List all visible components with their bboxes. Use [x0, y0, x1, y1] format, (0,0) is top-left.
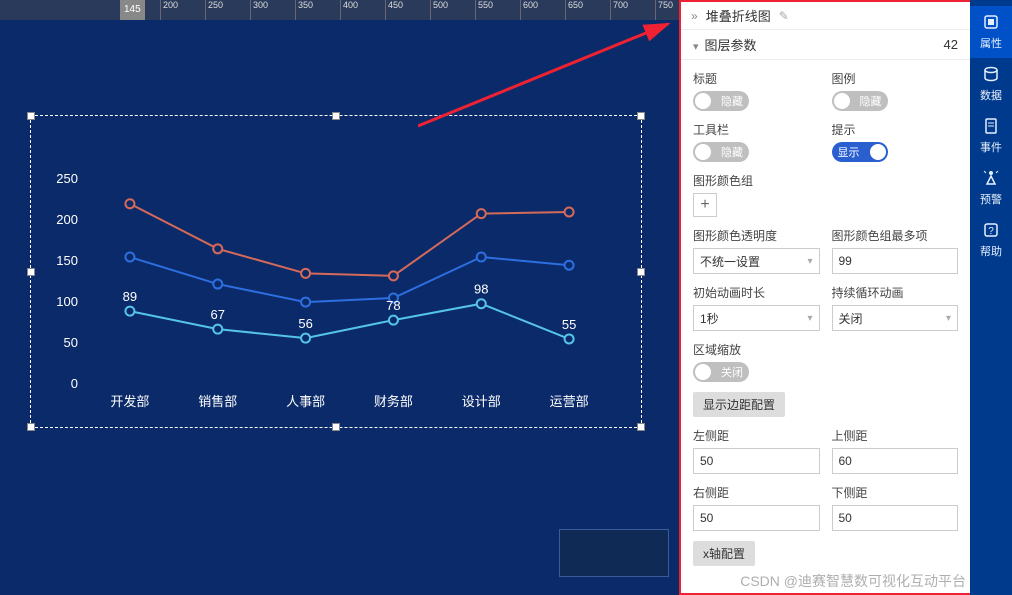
label-zoom: 区域缩放: [693, 341, 958, 358]
sidetab-help[interactable]: ? 帮助: [970, 214, 1012, 266]
toggle-toolbar[interactable]: 隐藏: [693, 142, 749, 162]
side-tabs: 属性数据事件预警? 帮助: [970, 0, 1012, 595]
ruler-tick: 250: [205, 0, 223, 20]
margin-config-button[interactable]: 显示边距配置: [693, 392, 785, 417]
axis-config-button[interactable]: x轴配置: [693, 541, 755, 566]
label-opacity: 图形颜色透明度: [693, 227, 820, 244]
properties-panel: » 堆叠折线图 ✎ ▾图层参数 42 标题隐藏 图例隐藏 工具栏隐藏 提示显示 …: [679, 0, 970, 595]
ruler-tick: 300: [250, 0, 268, 20]
label-legend: 图例: [832, 70, 959, 87]
sidetab-label: 事件: [980, 139, 1002, 155]
svg-text:人事部: 人事部: [286, 394, 325, 409]
alert-icon: [982, 169, 1000, 187]
edit-icon[interactable]: ✎: [779, 9, 789, 23]
svg-text:开发部: 开发部: [110, 394, 149, 409]
sidetab-label: 预警: [980, 191, 1002, 207]
label-loop-anim: 持续循环动画: [832, 284, 959, 301]
ruler-tick: 600: [520, 0, 538, 20]
section-header[interactable]: ▾ 图层参数 42: [681, 30, 970, 60]
minimap[interactable]: [559, 529, 669, 577]
ruler-tick: 200: [160, 0, 178, 20]
svg-text:销售部: 销售部: [198, 394, 237, 409]
svg-text:0: 0: [71, 376, 78, 391]
svg-text:250: 250: [56, 171, 78, 186]
select-anim-duration[interactable]: 1秒▾: [693, 305, 820, 331]
svg-text:55: 55: [562, 317, 576, 332]
add-color-button[interactable]: +: [693, 193, 717, 217]
input-right-margin[interactable]: 50: [693, 505, 820, 531]
label-right-margin: 右侧距: [693, 484, 820, 501]
svg-text:200: 200: [56, 212, 78, 227]
sidetab-event[interactable]: 事件: [970, 110, 1012, 162]
panel-header: » 堆叠折线图 ✎: [681, 2, 970, 30]
svg-text:150: 150: [56, 253, 78, 268]
label-title: 标题: [693, 70, 820, 87]
sidetab-label: 属性: [980, 35, 1002, 51]
label-bottom-margin: 下侧距: [832, 484, 959, 501]
select-opacity[interactable]: 不统一设置▾: [693, 248, 820, 274]
toggle-zoom[interactable]: 关闭: [693, 362, 749, 382]
sidetab-props[interactable]: 属性: [970, 6, 1012, 58]
input-top-margin[interactable]: 60: [832, 448, 959, 474]
ruler-tick: 750: [655, 0, 673, 20]
svg-text:设计部: 设计部: [462, 394, 501, 409]
param-count: 42: [944, 37, 958, 52]
help-icon: ?: [982, 221, 1000, 239]
label-max-items: 图形颜色组最多项: [832, 227, 959, 244]
stacked-line-chart: 0 50 100 150 200 250 开发部 销售部 人事部 财务部 设计部 运营部 89 67 56 7…: [31, 116, 643, 429]
svg-text:56: 56: [298, 316, 312, 331]
input-max-items[interactable]: 99: [832, 248, 959, 274]
ruler-tick: 550: [475, 0, 493, 20]
label-anim-duration: 初始动画时长: [693, 284, 820, 301]
input-bottom-margin[interactable]: 50: [832, 505, 959, 531]
chevron-down-icon: ▾: [807, 256, 812, 267]
label-tooltip: 提示: [832, 121, 959, 138]
chevron-down-icon: ▾: [807, 313, 812, 324]
section-title: 图层参数: [705, 38, 757, 53]
toggle-legend[interactable]: 隐藏: [832, 91, 888, 111]
select-loop-anim[interactable]: 关闭▾: [832, 305, 959, 331]
input-left-margin[interactable]: 50: [693, 448, 820, 474]
svg-text:财务部: 财务部: [374, 394, 413, 409]
sidetab-label: 帮助: [980, 243, 1002, 259]
svg-text:98: 98: [474, 282, 488, 297]
ruler-tick: 700: [610, 0, 628, 20]
label-color-group: 图形颜色组: [693, 172, 958, 189]
svg-text:?: ?: [988, 226, 994, 237]
ruler-horizontal: 200 250 300 350 400 450 500 550 600 650 700 750 145: [0, 0, 679, 20]
canvas-background[interactable]: 0 50 100 150 200 250 开发部 销售部 人事部 财务部 设计部 运营部 89 67 56 7…: [0, 20, 679, 595]
ruler-tick: 500: [430, 0, 448, 20]
chevron-down-icon: ▾: [693, 41, 699, 53]
chart-selection[interactable]: 0 50 100 150 200 250 开发部 销售部 人事部 财务部 设计部 运营部 89 67 56 7…: [30, 115, 642, 428]
label-top-margin: 上侧距: [832, 427, 959, 444]
toggle-tooltip[interactable]: 显示: [832, 142, 888, 162]
svg-text:78: 78: [386, 298, 400, 313]
toggle-title[interactable]: 隐藏: [693, 91, 749, 111]
ruler-marker: 145: [120, 0, 145, 20]
sidetab-data[interactable]: 数据: [970, 58, 1012, 110]
svg-text:50: 50: [64, 335, 78, 350]
sidetab-label: 数据: [980, 87, 1002, 103]
data-icon: [982, 65, 1000, 83]
svg-text:100: 100: [56, 294, 78, 309]
sidetab-alert[interactable]: 预警: [970, 162, 1012, 214]
svg-text:运营部: 运营部: [550, 394, 589, 409]
ruler-tick: 450: [385, 0, 403, 20]
label-left-margin: 左侧距: [693, 427, 820, 444]
panel-title: 堆叠折线图: [706, 6, 771, 25]
label-toolbar: 工具栏: [693, 121, 820, 138]
ruler-tick: 650: [565, 0, 583, 20]
props-icon: [982, 13, 1000, 31]
collapse-icon[interactable]: »: [691, 9, 698, 23]
ruler-tick: 400: [340, 0, 358, 20]
svg-text:67: 67: [211, 307, 225, 322]
chevron-down-icon: ▾: [946, 313, 951, 324]
svg-text:89: 89: [123, 289, 137, 304]
event-icon: [982, 117, 1000, 135]
canvas-area[interactable]: 200250300350400450500550600650700750 145…: [0, 0, 679, 595]
ruler-tick: 350: [295, 0, 313, 20]
